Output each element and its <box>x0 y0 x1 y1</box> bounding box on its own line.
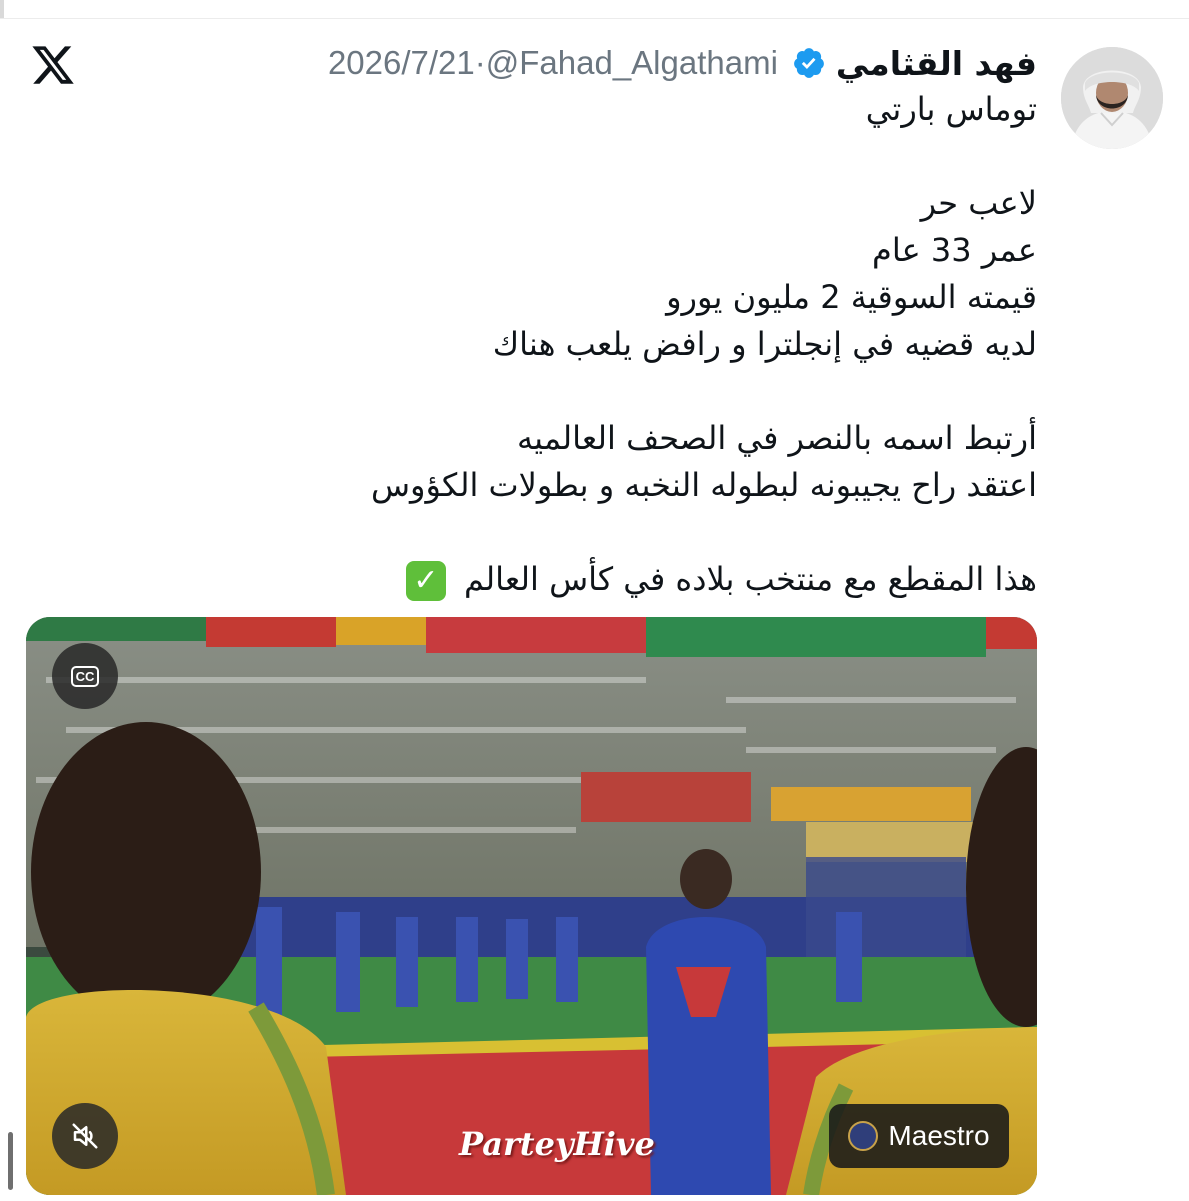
closed-captions-icon: CC <box>70 665 100 687</box>
meta-separator: · <box>474 44 486 81</box>
check-mark-emoji-icon: ✓ <box>405 561 446 601</box>
maestro-logo-icon <box>848 1121 879 1151</box>
tweet-header: 2026/7/21 · @Fahad_Algathami فهد القثامي <box>328 40 1037 86</box>
window-edge <box>0 0 4 18</box>
tweet-date[interactable]: 2026/7/21 <box>328 44 475 82</box>
tweet-line: أرتبط اسمه بالنصر في الصحف العالميه <box>517 419 1037 457</box>
author-display-name[interactable]: فهد القثامي <box>836 44 1037 83</box>
tweet-line: عمر 33 عام <box>872 231 1037 269</box>
avatar-image <box>1061 47 1163 149</box>
closed-captions-button[interactable]: CC <box>52 643 118 709</box>
sponsor-badge-label: Maestro <box>888 1120 990 1151</box>
tweet-line: لديه قضيه في إنجلترا و رافض يلعب هناك <box>492 325 1037 363</box>
tweet-line <box>157 368 1037 415</box>
author-avatar[interactable] <box>1061 47 1163 149</box>
sponsor-badge[interactable]: Maestro <box>829 1104 1009 1168</box>
scrollbar-thumb[interactable] <box>8 1132 13 1190</box>
tweet-line <box>157 509 1037 556</box>
tweet-line: قيمته السوقية 2 مليون يورو <box>666 278 1037 316</box>
tweet-line: اعتقد راح يجيبونه لبطوله النخبه و بطولات… <box>370 466 1037 504</box>
tweet-video[interactable]: ParteyHive CC Maestro <box>26 617 1037 1195</box>
mute-toggle-button[interactable] <box>52 1103 118 1169</box>
tweet-body: توماس بارتي لاعب حر عمر 33 عام قيمته الس… <box>157 86 1037 603</box>
author-handle[interactable]: @Fahad_Algathami <box>486 44 778 82</box>
speaker-muted-icon <box>72 1123 98 1149</box>
tweet-line: لاعب حر <box>920 184 1037 222</box>
x-logo-icon[interactable] <box>30 42 76 88</box>
window-top-strip <box>0 0 1189 19</box>
tweet-line-last: هذا المقطع مع منتخب بلاده في كأس العالم … <box>157 556 1037 603</box>
tweet-line-text: هذا المقطع مع منتخب بلاده في كأس العالم <box>464 560 1037 598</box>
video-watermark: ParteyHive <box>459 1125 655 1163</box>
verified-badge-icon <box>794 48 824 78</box>
tweet-line <box>157 133 1037 180</box>
tweet-line: توماس بارتي <box>865 90 1037 128</box>
